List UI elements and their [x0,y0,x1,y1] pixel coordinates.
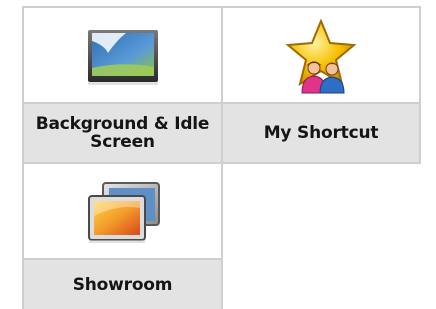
tile-icon-area [24,8,221,106]
tile-my-shortcut[interactable]: My Shortcut [221,6,421,164]
tile-icon-area [223,8,419,106]
background-screen-icon [87,30,158,85]
tile-label-text: Showroom [72,274,173,295]
tile-label-text: My Shortcut [263,123,379,143]
star-users-icon [285,19,357,94]
tile-label-text: Background & Idle Screen [35,114,210,152]
showroom-icon [87,182,160,243]
tile-showroom[interactable]: Showroom [22,162,223,309]
tile-label: Showroom [24,258,221,309]
tile-label: Background & Idle Screen [24,102,221,162]
tile-background-idle-screen[interactable]: Background & Idle Screen [22,6,223,164]
shortcut-grid: Background & Idle Screen My Shortcut Sho… [0,0,436,309]
tile-label: My Shortcut [223,102,419,162]
tile-icon-area [24,164,221,262]
